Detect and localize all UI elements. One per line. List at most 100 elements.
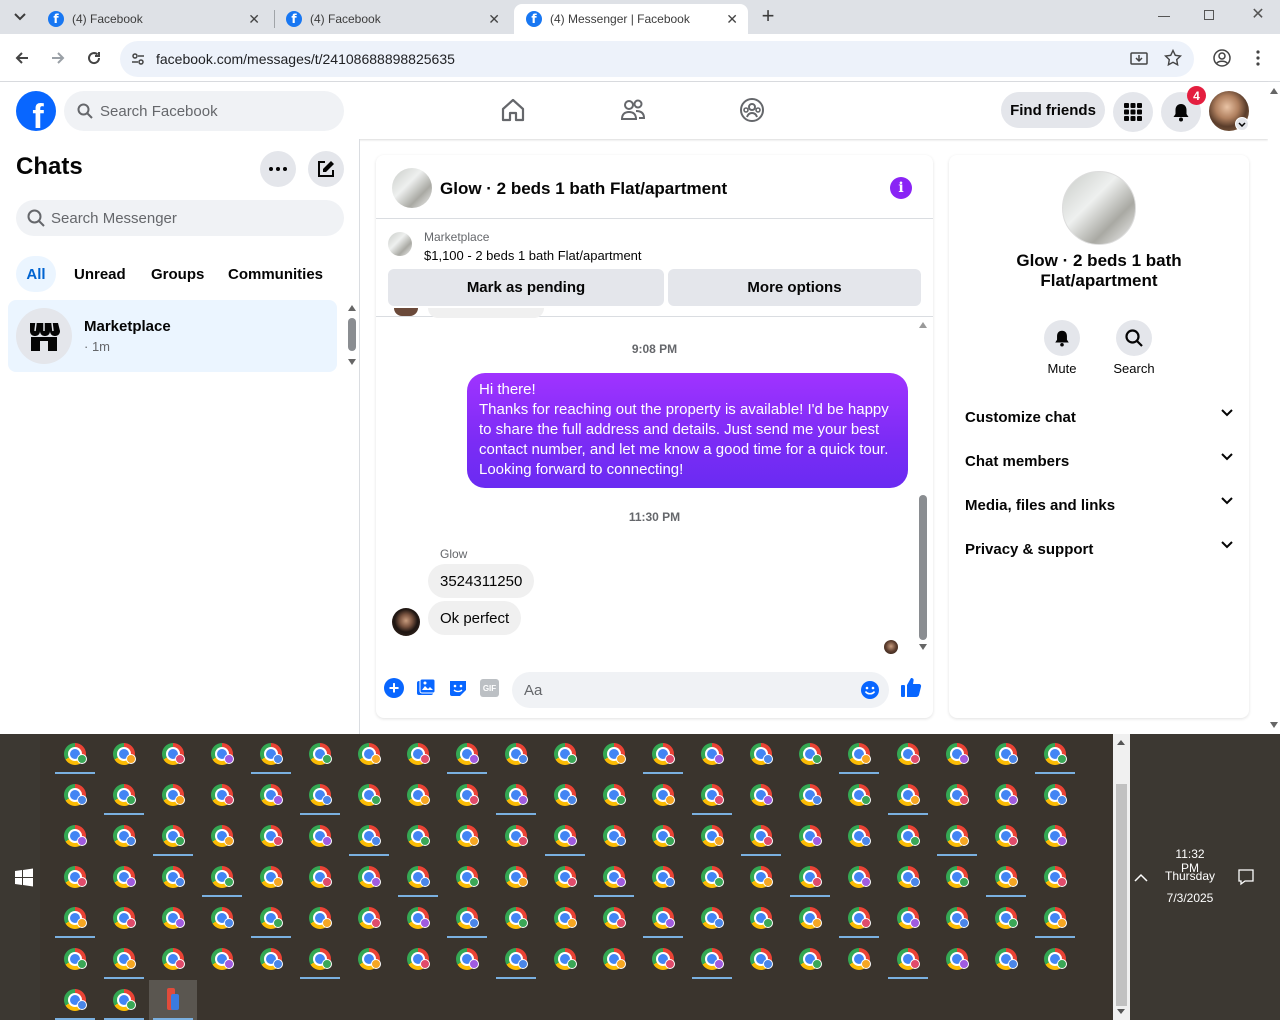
install-app-icon[interactable]: [1130, 50, 1148, 71]
taskbar-chrome-icon[interactable]: [639, 857, 687, 897]
friends-nav-icon[interactable]: [619, 96, 649, 126]
taskbar-chrome-icon[interactable]: [51, 898, 99, 938]
site-settings-icon[interactable]: [130, 51, 146, 70]
taskbar-chrome-icon[interactable]: [933, 816, 981, 856]
taskbar-chrome-icon[interactable]: [835, 775, 883, 815]
taskbar-chrome-icon[interactable]: [296, 939, 344, 979]
taskbar-chrome-icon[interactable]: [394, 734, 442, 774]
taskbar-chrome-icon[interactable]: [394, 816, 442, 856]
taskbar-chrome-icon[interactable]: [688, 775, 736, 815]
browser-tab-1[interactable]: f (4) Facebook ✕: [36, 4, 270, 34]
search-conversation-button[interactable]: [1116, 320, 1152, 356]
taskbar-chrome-icon[interactable]: [884, 816, 932, 856]
filter-communities-tab[interactable]: Communities: [228, 256, 323, 292]
restore-window-button[interactable]: [1198, 8, 1222, 24]
new-message-button[interactable]: [308, 151, 344, 187]
minimize-window-button[interactable]: [1152, 8, 1176, 24]
taskbar-chrome-icon[interactable]: [639, 734, 687, 774]
taskbar-chrome-icon[interactable]: [198, 939, 246, 979]
taskbar-chrome-icon[interactable]: [541, 857, 589, 897]
taskbar-chrome-icon[interactable]: [982, 734, 1030, 774]
taskbar-chrome-icon[interactable]: [100, 857, 148, 897]
find-friends-button[interactable]: Find friends: [1001, 92, 1105, 128]
chat-members-section[interactable]: Chat members: [965, 439, 1233, 483]
taskbar-chrome-icon[interactable]: [492, 734, 540, 774]
taskbar-chrome-icon[interactable]: [590, 857, 638, 897]
page-scrollbar[interactable]: [1268, 82, 1280, 734]
conversation-info-icon[interactable]: i: [890, 177, 912, 199]
taskbar-chrome-icon[interactable]: [786, 898, 834, 938]
close-tab-icon[interactable]: ✕: [488, 11, 500, 28]
add-more-icon[interactable]: +: [384, 678, 404, 698]
taskbar-chrome-icon[interactable]: [394, 857, 442, 897]
taskbar-chrome-icon[interactable]: [492, 898, 540, 938]
taskbar-chrome-icon[interactable]: [737, 734, 785, 774]
taskbar-chrome-icon[interactable]: [639, 816, 687, 856]
taskbar-chrome-icon[interactable]: [345, 775, 393, 815]
taskbar-chrome-icon[interactable]: [100, 734, 148, 774]
taskbar-chrome-icon[interactable]: [443, 898, 491, 938]
taskbar-chrome-icon[interactable]: [688, 816, 736, 856]
taskbar-chrome-icon[interactable]: [51, 939, 99, 979]
taskbar-chrome-icon[interactable]: [100, 775, 148, 815]
new-tab-button[interactable]: +: [758, 4, 778, 28]
taskbar-chrome-icon[interactable]: [247, 939, 295, 979]
taskbar-chrome-icon[interactable]: [737, 816, 785, 856]
taskbar-chrome-icon[interactable]: [100, 939, 148, 979]
filter-all-tab[interactable]: All: [16, 256, 56, 292]
more-options-button[interactable]: More options: [668, 269, 921, 306]
sender-avatar[interactable]: [392, 608, 420, 636]
groups-nav-icon[interactable]: [738, 96, 768, 126]
taskbar-chrome-icon[interactable]: [737, 857, 785, 897]
taskbar-chrome-icon[interactable]: [933, 857, 981, 897]
clock-day[interactable]: Thursday: [1160, 869, 1220, 883]
taskbar-chrome-icon[interactable]: [590, 898, 638, 938]
chat-list-item[interactable]: Marketplace · 1m: [8, 300, 337, 372]
browser-menu-icon[interactable]: [1246, 46, 1270, 70]
emoji-icon[interactable]: [860, 680, 880, 704]
incoming-message[interactable]: 3524311250: [428, 564, 535, 598]
action-center-icon[interactable]: [1237, 868, 1255, 891]
windows-start-icon[interactable]: [14, 868, 34, 888]
listing-summary[interactable]: $1,100 - 2 beds 1 bath Flat/apartment: [424, 248, 642, 263]
chat-list-scrollbar[interactable]: [346, 305, 358, 367]
taskbar-chrome-icon[interactable]: [296, 898, 344, 938]
taskbar-chrome-icon[interactable]: [345, 857, 393, 897]
taskbar-chrome-icon[interactable]: [345, 816, 393, 856]
taskbar-chrome-icon[interactable]: [247, 857, 295, 897]
taskbar-chrome-icon[interactable]: [345, 734, 393, 774]
browser-tab-3-active[interactable]: f (4) Messenger | Facebook ✕: [514, 4, 748, 34]
taskbar-chrome-icon[interactable]: [149, 857, 197, 897]
mute-button[interactable]: [1044, 320, 1080, 356]
taskbar-chrome-icon[interactable]: [149, 898, 197, 938]
taskbar-chrome-icon[interactable]: [51, 775, 99, 815]
address-bar[interactable]: facebook.com/messages/t/2410868889882563…: [120, 41, 1194, 77]
taskbar-chrome-icon[interactable]: [590, 775, 638, 815]
taskbar-chrome-icon[interactable]: [198, 898, 246, 938]
taskbar-chrome-icon[interactable]: [737, 939, 785, 979]
profile-icon[interactable]: [1210, 46, 1234, 70]
taskbar-chrome-icon[interactable]: [639, 775, 687, 815]
taskbar-chrome-icon[interactable]: [786, 857, 834, 897]
taskbar-chrome-icon[interactable]: [443, 816, 491, 856]
taskbar-chrome-icon[interactable]: [1031, 857, 1079, 897]
media-files-links-section[interactable]: Media, files and links: [965, 483, 1233, 527]
listing-thumbnail-avatar[interactable]: [392, 168, 432, 208]
taskbar-chrome-icon[interactable]: [982, 898, 1030, 938]
outgoing-message[interactable]: Hi there! Thanks for reaching out the pr…: [467, 373, 908, 488]
taskbar-chrome-icon[interactable]: [100, 816, 148, 856]
taskbar-chrome-icon[interactable]: [443, 939, 491, 979]
taskbar-chrome-icon[interactable]: [639, 898, 687, 938]
incoming-message[interactable]: Ok perfect: [428, 601, 522, 635]
taskbar-chrome-icon[interactable]: [786, 775, 834, 815]
taskbar-chrome-icon[interactable]: [835, 816, 883, 856]
taskbar-chrome-icon[interactable]: [1031, 734, 1079, 774]
taskbar-chrome-icon[interactable]: [149, 816, 197, 856]
taskbar-chrome-icon[interactable]: [835, 939, 883, 979]
reload-icon[interactable]: [82, 46, 106, 70]
taskbar-chrome-icon[interactable]: [884, 734, 932, 774]
taskbar-scrollbar[interactable]: [1113, 734, 1130, 1020]
privacy-support-section[interactable]: Privacy & support: [965, 527, 1233, 571]
taskbar-chrome-icon[interactable]: [688, 939, 736, 979]
message-scrollbar[interactable]: [917, 320, 929, 654]
